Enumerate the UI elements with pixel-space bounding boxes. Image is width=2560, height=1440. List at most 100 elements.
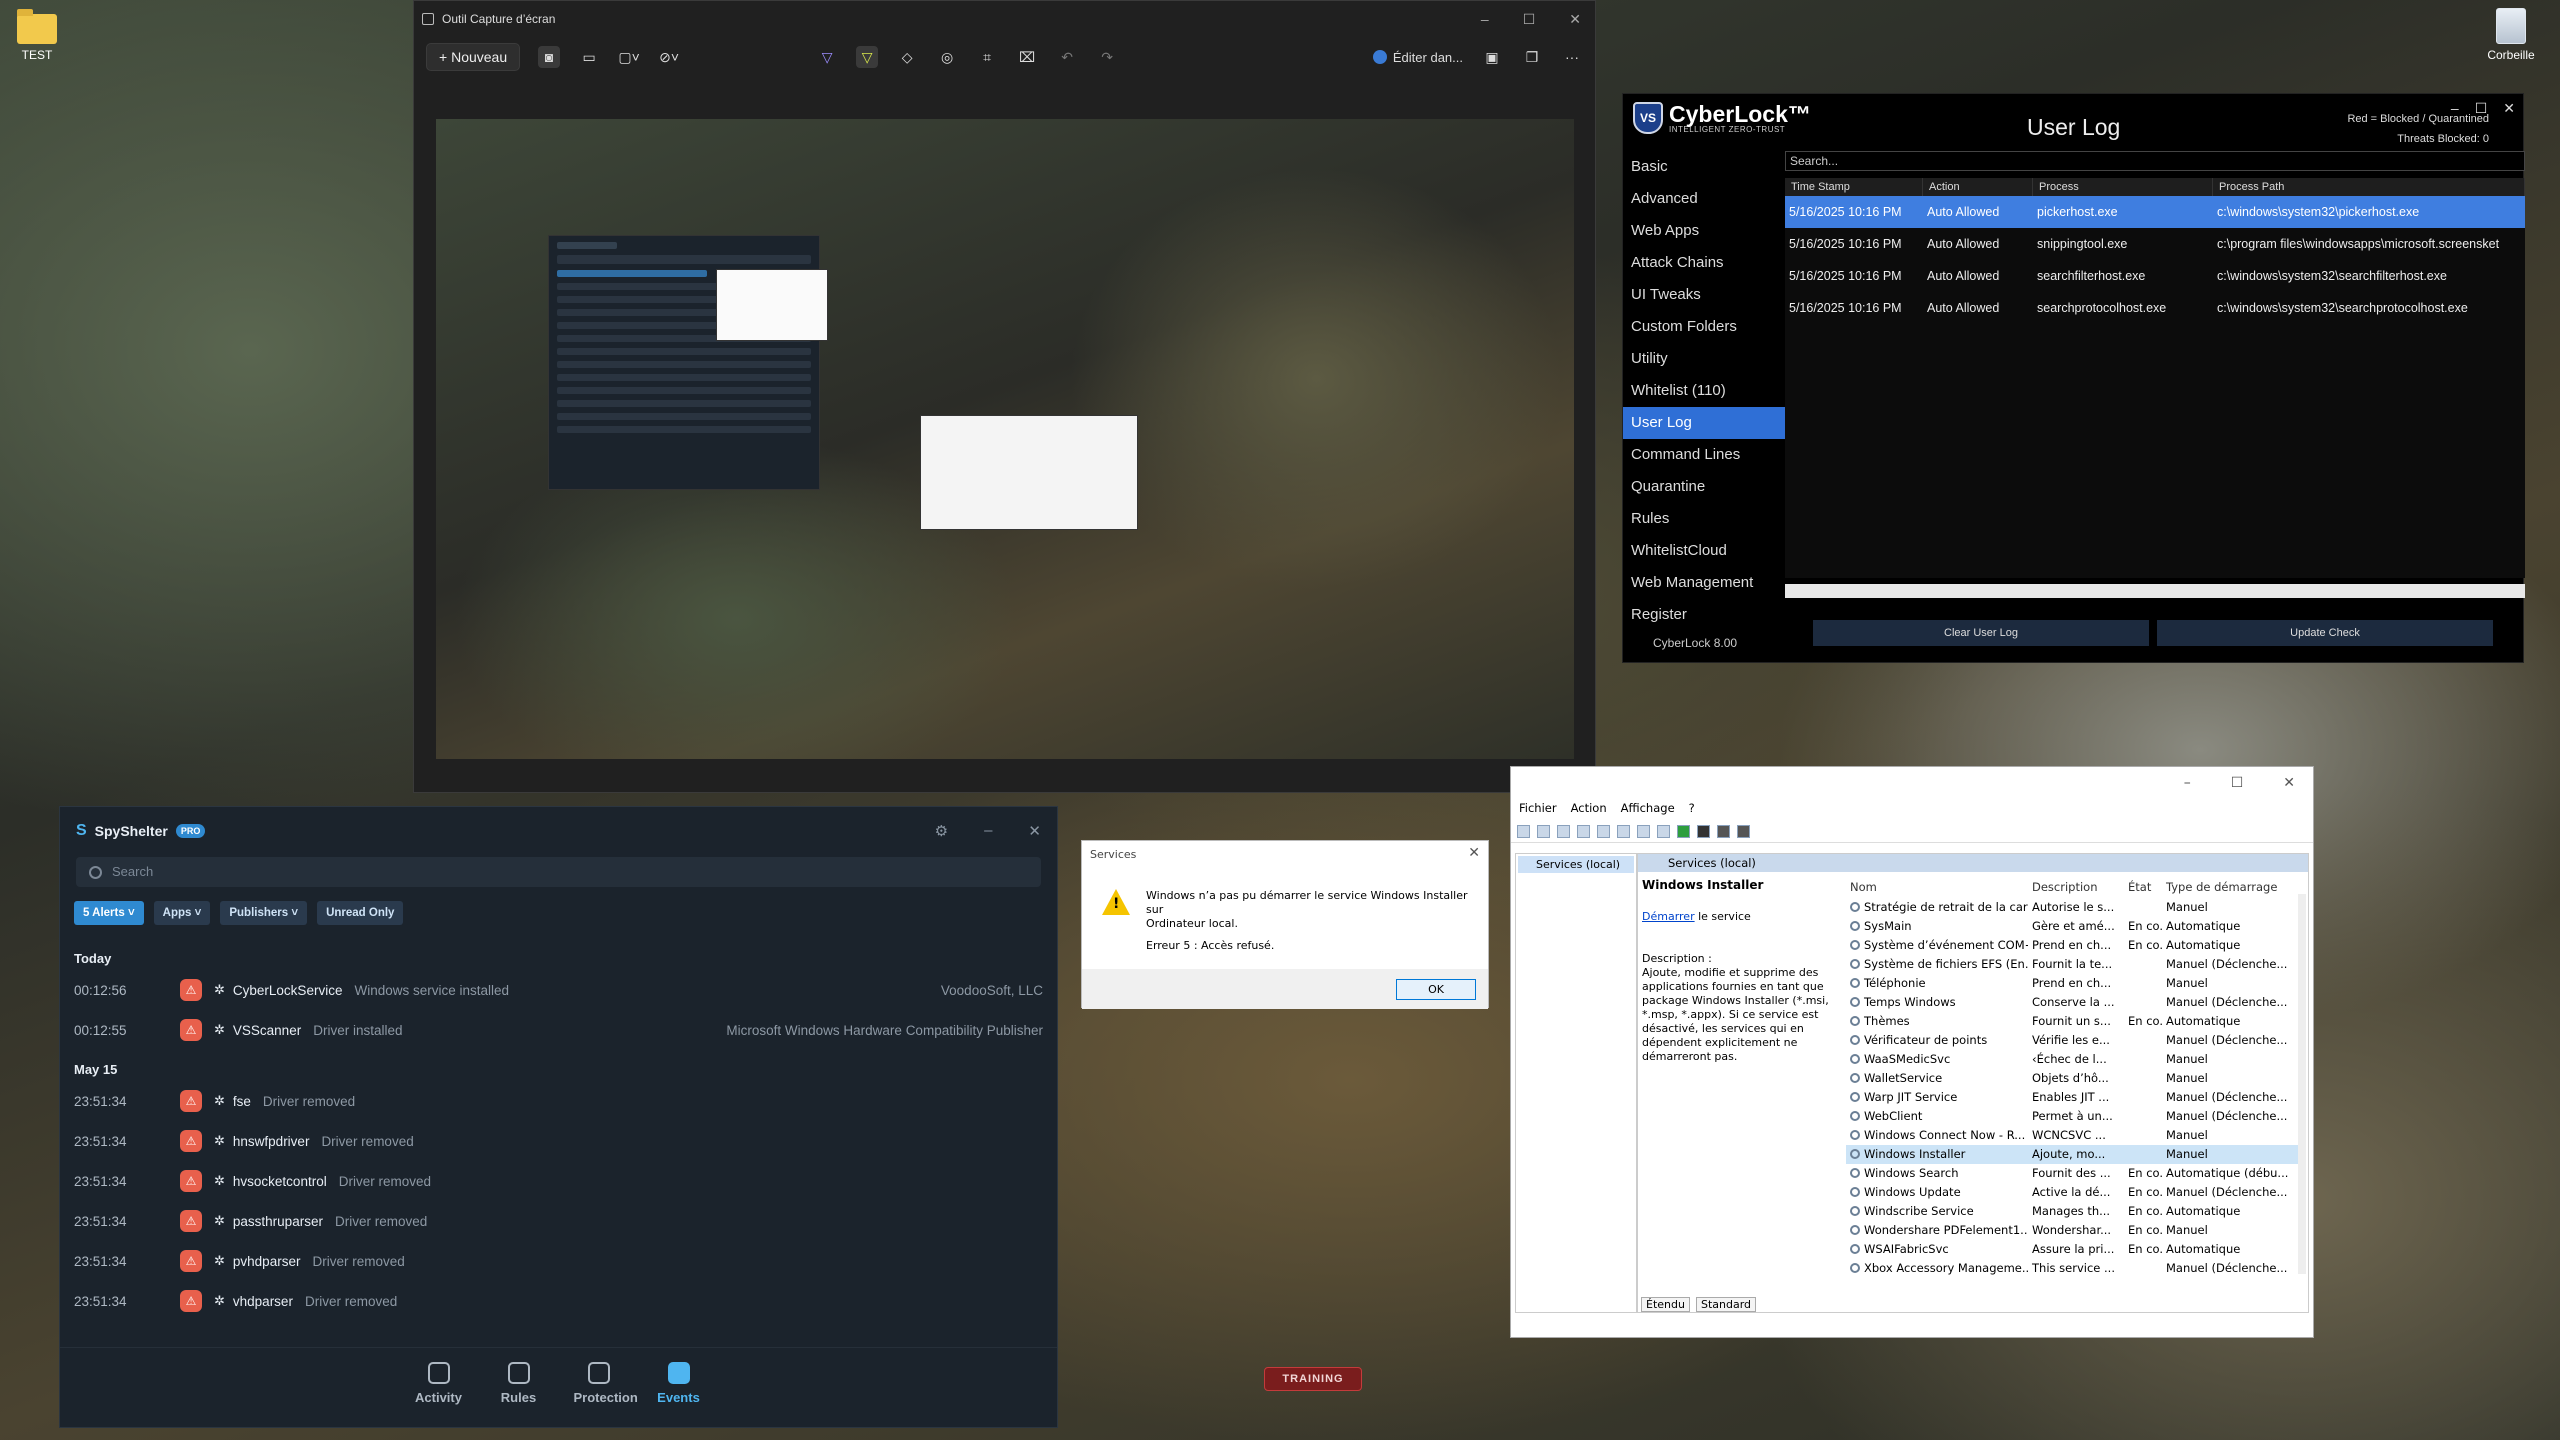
- update-check-button[interactable]: Update Check: [2157, 620, 2493, 646]
- help-icon[interactable]: [1657, 825, 1670, 838]
- column-header[interactable]: Time Stamp: [1785, 178, 1923, 196]
- up-icon[interactable]: [1557, 825, 1570, 838]
- properties-icon[interactable]: [1597, 825, 1610, 838]
- timer-icon[interactable]: ⊘˅: [658, 46, 680, 68]
- nav-events[interactable]: Events: [654, 1348, 704, 1427]
- event-row[interactable]: 23:51:34 ⚠ ✲ passthruparser Driver remov…: [60, 1201, 1057, 1241]
- table-row[interactable]: 5/16/2025 10:16 PM Auto Allowed snipping…: [1785, 228, 2525, 260]
- nav-item-advanced[interactable]: Advanced: [1623, 183, 1785, 215]
- close-button[interactable]: ✕: [1468, 845, 1480, 861]
- more-options-button[interactable]: ···: [1561, 46, 1583, 68]
- minimize-button[interactable]: –: [984, 822, 992, 840]
- table-row[interactable]: WalletService Objets d’hô... Manuel: [1846, 1069, 2302, 1088]
- restart-icon[interactable]: [1737, 825, 1750, 838]
- stop-icon[interactable]: [1697, 825, 1710, 838]
- table-row[interactable]: Stratégie de retrait de la cart... Autori…: [1846, 898, 2302, 917]
- table-row[interactable]: 5/16/2025 10:16 PM Auto Allowed searchpr…: [1785, 292, 2525, 324]
- table-row[interactable]: Téléphonie Prend en ch... Manuel: [1846, 974, 2302, 993]
- table-row[interactable]: Système d’événement COM+ Prend en ch... En…: [1846, 936, 2302, 955]
- forward-icon[interactable]: [1537, 825, 1550, 838]
- horizontal-scrollbar[interactable]: [1785, 584, 2525, 598]
- publishers-filter[interactable]: Publishers ˅: [220, 901, 308, 925]
- menu-view[interactable]: Affichage: [1621, 801, 1675, 821]
- nav-item-web-management[interactable]: Web Management: [1623, 567, 1785, 599]
- event-row[interactable]: 00:12:55 ⚠ ✲ VSScanner Driver installed …: [60, 1010, 1057, 1050]
- table-row[interactable]: WaaSMedicSvc ‹Échec de l... Manuel: [1846, 1050, 2302, 1069]
- clear-user-log-button[interactable]: Clear User Log: [1813, 620, 2149, 646]
- alerts-filter[interactable]: 5 Alerts ˅: [74, 901, 144, 925]
- close-button[interactable]: ✕: [2283, 775, 2295, 791]
- close-button[interactable]: ✕: [1569, 11, 1581, 28]
- unread-only-filter[interactable]: Unread Only: [317, 901, 404, 925]
- nav-item-ui-tweaks[interactable]: UI Tweaks: [1623, 279, 1785, 311]
- event-row[interactable]: 23:51:34 ⚠ ✲ hvsocketcontrol Driver remo…: [60, 1161, 1057, 1201]
- table-row[interactable]: Windows Update Active la dé... En co... Man…: [1846, 1183, 2302, 1202]
- nav-item-whitelist[interactable]: Whitelist (110): [1623, 375, 1785, 407]
- table-row[interactable]: Windscribe Service Manages th... En co... A…: [1846, 1202, 2302, 1221]
- nav-item-custom-folders[interactable]: Custom Folders: [1623, 311, 1785, 343]
- export-icon[interactable]: [1637, 825, 1650, 838]
- close-button[interactable]: ✕: [2503, 100, 2515, 117]
- event-row[interactable]: 23:51:34 ⚠ ✲ hnswfpdriver Driver removed: [60, 1121, 1057, 1161]
- desktop-icon-recycle-bin[interactable]: Corbeille: [2476, 8, 2546, 62]
- menu-file[interactable]: Fichier: [1519, 801, 1557, 821]
- start-service-link[interactable]: Démarrer: [1642, 910, 1695, 923]
- apps-filter[interactable]: Apps ˅: [153, 901, 211, 925]
- nav-rules[interactable]: Rules: [494, 1348, 544, 1427]
- ok-button[interactable]: OK: [1396, 979, 1476, 1000]
- refresh-icon[interactable]: [1617, 825, 1630, 838]
- minimize-button[interactable]: –: [2184, 775, 2191, 791]
- nav-item-user-log[interactable]: User Log: [1623, 407, 1785, 439]
- event-row[interactable]: 23:51:34 ⚠ ✲ pvhdparser Driver removed: [60, 1241, 1057, 1281]
- table-row[interactable]: Temps Windows Conserve la ... Manuel (Décl…: [1846, 993, 2302, 1012]
- shapes-icon[interactable]: ◎: [936, 46, 958, 68]
- menu-action[interactable]: Action: [1571, 801, 1607, 821]
- maximize-button[interactable]: ☐: [2231, 775, 2244, 791]
- table-row[interactable]: Système de fichiers EFS (En... Fournit la…: [1846, 955, 2302, 974]
- nav-activity[interactable]: Activity: [414, 1348, 464, 1427]
- show-tree-icon[interactable]: [1577, 825, 1590, 838]
- event-row[interactable]: 23:51:34 ⚠ ✲ fse Driver removed: [60, 1081, 1057, 1121]
- screenshot-mode-icon[interactable]: ◙: [538, 46, 561, 68]
- nav-item-whitelistcloud[interactable]: WhitelistCloud: [1623, 535, 1785, 567]
- menu-help[interactable]: ?: [1689, 801, 1695, 821]
- nav-item-register[interactable]: Register: [1623, 599, 1785, 631]
- desktop-icon-test[interactable]: TEST: [2, 9, 72, 62]
- rectangle-mode-icon[interactable]: ▢˅: [618, 46, 640, 68]
- redo-icon[interactable]: ↷: [1096, 46, 1118, 68]
- minimize-button[interactable]: –: [2451, 100, 2459, 117]
- maximize-button[interactable]: ☐: [1523, 11, 1536, 28]
- column-header[interactable]: Process: [2033, 178, 2213, 196]
- search-input[interactable]: Search: [76, 857, 1041, 887]
- search-input[interactable]: Search...: [1785, 151, 2525, 171]
- pen-icon[interactable]: ▽: [816, 46, 838, 68]
- highlighter-icon[interactable]: ▽: [856, 46, 879, 68]
- video-mode-icon[interactable]: ▭: [578, 46, 600, 68]
- table-row[interactable]: Windows Search Fournit des ... En co... Aut…: [1846, 1164, 2302, 1183]
- nav-item-attack-chains[interactable]: Attack Chains: [1623, 247, 1785, 279]
- table-row[interactable]: SysMain Gère et amé... En co... Automatique: [1846, 917, 2302, 936]
- nav-item-basic[interactable]: Basic: [1623, 151, 1785, 183]
- close-button[interactable]: ✕: [1028, 822, 1041, 840]
- tab-extended[interactable]: Étendu: [1641, 1297, 1690, 1312]
- eraser-icon[interactable]: ◇: [896, 46, 918, 68]
- event-row[interactable]: 23:51:34 ⚠ ✲ vhdparser Driver removed: [60, 1281, 1057, 1321]
- table-row[interactable]: Windows Connect Now - R... WCNCSVC ... Man…: [1846, 1126, 2302, 1145]
- start-icon[interactable]: [1677, 825, 1690, 838]
- undo-icon[interactable]: ↶: [1056, 46, 1078, 68]
- tab-standard[interactable]: Standard: [1695, 1297, 1757, 1312]
- tree-item-services-local[interactable]: Services (local): [1518, 856, 1634, 873]
- nav-item-utility[interactable]: Utility: [1623, 343, 1785, 375]
- table-row[interactable]: Thèmes Fournit un s... En co... Automatique: [1846, 1012, 2302, 1031]
- nav-item-command-lines[interactable]: Command Lines: [1623, 439, 1785, 471]
- nav-item-rules[interactable]: Rules: [1623, 503, 1785, 535]
- column-header[interactable]: Process Path: [2213, 178, 2525, 196]
- table-row[interactable]: Xbox Accessory Manageme... This service .…: [1846, 1259, 2302, 1278]
- pause-icon[interactable]: [1717, 825, 1730, 838]
- back-icon[interactable]: [1517, 825, 1530, 838]
- minimize-button[interactable]: –: [1481, 11, 1489, 28]
- table-row[interactable]: WSAIFabricSvc Assure la pri... En co... Aut…: [1846, 1240, 2302, 1259]
- table-row[interactable]: WebClient Permet à un... Manuel (Déclenche…: [1846, 1107, 2302, 1126]
- text-actions-icon[interactable]: ⌧: [1016, 46, 1038, 68]
- table-row[interactable]: 5/16/2025 10:16 PM Auto Allowed pickerho…: [1785, 196, 2525, 228]
